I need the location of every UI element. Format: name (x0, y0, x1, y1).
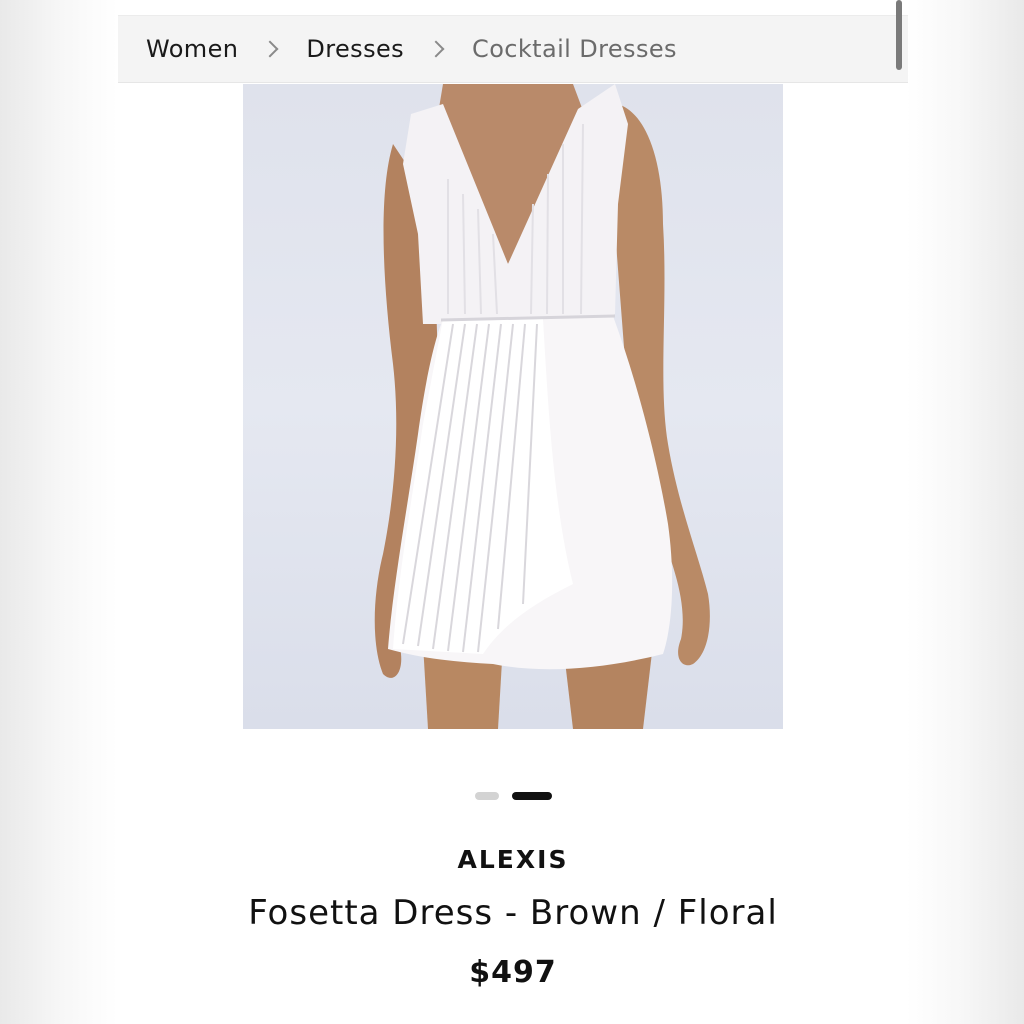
top-bar (118, 0, 908, 16)
product-brand[interactable]: ALEXIS (118, 845, 908, 874)
product-title: Fosetta Dress - Brown / Floral (248, 893, 778, 933)
carousel-indicator (118, 792, 908, 800)
breadcrumb: Women Dresses Cocktail Dresses (118, 16, 908, 83)
scrollbar[interactable] (896, 0, 902, 70)
product-page: Women Dresses Cocktail Dresses ALEXIS Fo… (118, 0, 908, 1024)
carousel-dot-active[interactable] (511, 792, 552, 800)
product-image[interactable] (243, 84, 783, 729)
breadcrumb-dresses[interactable]: Dresses (306, 35, 404, 63)
chevron-right-icon (261, 40, 279, 58)
product-price: $497 (469, 955, 557, 990)
chevron-right-icon (427, 40, 445, 58)
breadcrumb-cocktail-dresses: Cocktail Dresses (472, 35, 677, 63)
breadcrumb-women[interactable]: Women (146, 35, 238, 63)
carousel-dot[interactable] (474, 792, 499, 800)
dress-photo (374, 84, 710, 729)
